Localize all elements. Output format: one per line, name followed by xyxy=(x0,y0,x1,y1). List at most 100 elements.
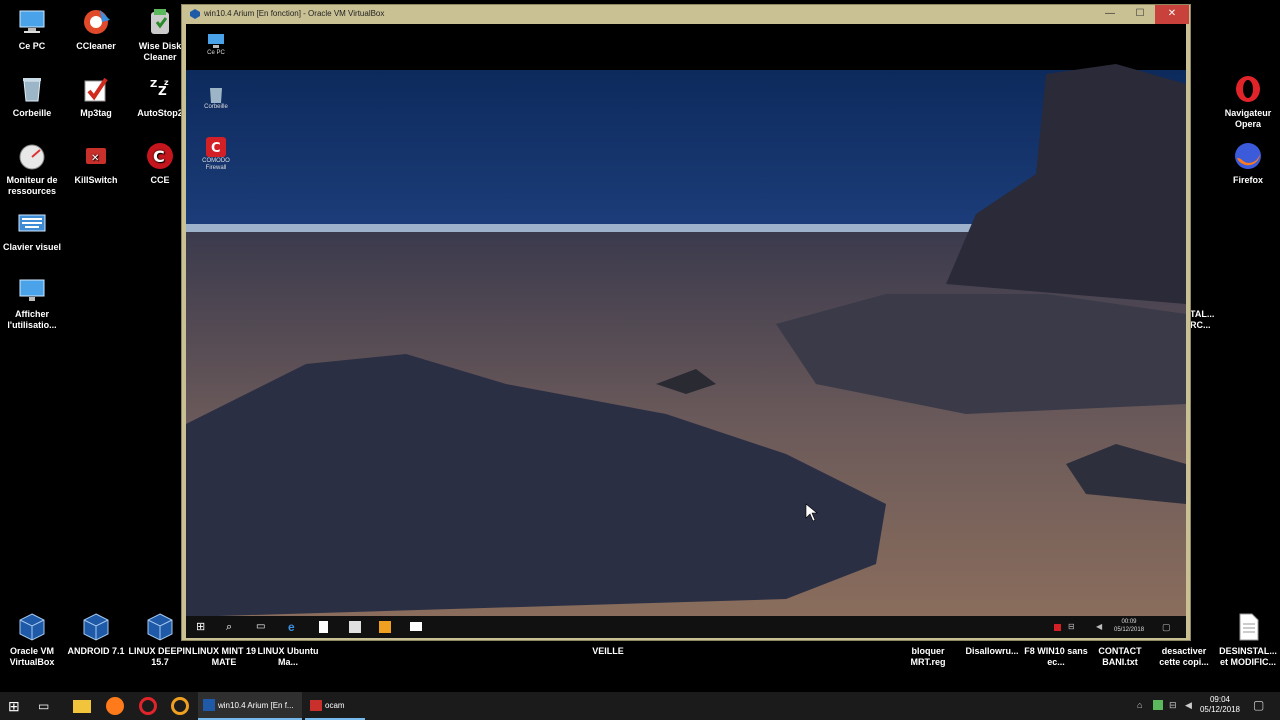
taskbar-app-virtualbox[interactable]: win10.4 Arium [En f... xyxy=(198,692,302,720)
mail-icon[interactable] xyxy=(410,622,422,631)
desktop-icon-killswitch[interactable]: ✕ KillSwitch xyxy=(64,140,128,186)
desktop-icon-linux-ubuntu[interactable]: LINUX Ubuntu Ma... xyxy=(256,646,320,668)
desktop-icon-afficher[interactable]: Afficher l'utilisatio... xyxy=(0,274,64,331)
desktop-icon-desactiver[interactable]: desactiver cette copi... xyxy=(1152,646,1216,668)
resource-monitor-icon xyxy=(16,140,48,172)
task-view-icon[interactable]: ▭ xyxy=(256,621,268,633)
virtualbox-window[interactable]: win10.4 Arium [En fonction] - Oracle VM … xyxy=(181,4,1191,641)
network-icon[interactable]: ⊟ xyxy=(1068,621,1080,633)
killswitch-icon: ✕ xyxy=(80,140,112,172)
firefox-icon[interactable] xyxy=(106,697,124,715)
clock-date: 05/12/2018 xyxy=(1199,705,1240,714)
guest-icon-corbeille[interactable]: Corbeille xyxy=(196,84,236,111)
search-icon[interactable]: ⌕ xyxy=(226,621,238,633)
desktop-icon-bloquer-mrt[interactable]: bloquer MRT.reg xyxy=(896,646,960,668)
desktop-icon-label: Navigateur Opera xyxy=(1224,108,1272,129)
guest-icon-label: COMODO Firewall xyxy=(202,158,230,171)
volume-icon[interactable]: ◀ xyxy=(1096,621,1108,633)
guest-clock-date: 05/12/2018 xyxy=(1114,627,1145,633)
mp3tag-icon xyxy=(80,73,112,105)
desktop-icon-ce-pc[interactable]: Ce PC xyxy=(0,6,64,52)
desktop-icon-oracle-vm-virtualbox[interactable]: Oracle VM VirtualBox xyxy=(0,611,64,668)
guest-icon-label: Ce PC xyxy=(207,50,225,56)
ccleaner-icon xyxy=(80,6,112,38)
desktop-icon-label: Clavier visuel xyxy=(2,242,62,252)
desktop-icon-corbeille[interactable]: Corbeille xyxy=(0,73,64,119)
tray-icon[interactable] xyxy=(1153,700,1163,710)
virtualbox-icon xyxy=(144,611,176,643)
store-icon[interactable] xyxy=(349,621,361,633)
desktop-icon-label: Firefox xyxy=(1232,175,1263,185)
window-title: win10.4 Arium [En fonction] - Oracle VM … xyxy=(204,9,385,18)
partial-icon-label: TAL... xyxy=(1190,309,1215,319)
maximize-button[interactable]: ☐ xyxy=(1125,5,1155,24)
minimize-button[interactable]: — xyxy=(1095,5,1125,24)
close-button[interactable]: ✕ xyxy=(1155,5,1189,24)
computer-icon xyxy=(208,34,224,48)
desktop-icon-disallowru[interactable]: Disallowru... xyxy=(960,646,1024,657)
desktop-icon-android[interactable]: ANDROID 7.1 xyxy=(64,611,128,657)
guest-clock[interactable]: 00:09 05/12/2018 xyxy=(1114,618,1144,634)
desktop-icon-f8-win10[interactable]: F8 WIN10 sans ec... xyxy=(1024,646,1088,668)
desktop-icon-linux-mint[interactable]: LINUX MINT 19 MATE xyxy=(192,646,256,668)
svg-text:z: z xyxy=(164,78,169,87)
desktop-icon-label: Ce PC xyxy=(18,41,46,51)
guest-icon-ce-pc[interactable]: Ce PC xyxy=(196,32,236,57)
computer-icon xyxy=(16,6,48,38)
search-app-icon[interactable] xyxy=(379,621,391,633)
desktop-icon-label: Mp3tag xyxy=(80,108,112,118)
desktop-icon-label: Corbeille xyxy=(12,108,52,118)
tray-icon[interactable]: ⌂ xyxy=(1137,700,1142,710)
desktop-icon-label: KillSwitch xyxy=(74,175,118,185)
desktop-icon-clavier-visuel[interactable]: Clavier visuel xyxy=(0,207,64,253)
volume-icon[interactable]: ◀ xyxy=(1185,700,1192,711)
opera-icon[interactable] xyxy=(139,697,157,715)
file-explorer-icon[interactable] xyxy=(73,700,91,713)
autostop-icon: ZZz xyxy=(144,73,176,105)
host-taskbar: ⊞ ▭ win10.4 Arium [En f... ocam ⌂ ⊟ ◀ 09… xyxy=(0,692,1280,720)
notification-icon[interactable]: ▢ xyxy=(1162,621,1174,633)
desktop-icon-contact-bani[interactable]: CONTACT BANI.txt xyxy=(1088,646,1152,668)
guest-screen[interactable]: Ce PC Corbeille C COMODO Firewall ⊞ ⌕ ▭ … xyxy=(186,24,1186,638)
desktop-icon-ccleaner[interactable]: CCleaner xyxy=(64,6,128,52)
taskbar-app-label: win10.4 Arium [En f... xyxy=(218,701,294,710)
desktop-icon-desinstal[interactable]: DESINSTAL... et MODIFIC... xyxy=(1216,611,1280,668)
svg-text:C: C xyxy=(211,141,221,156)
display-icon xyxy=(16,274,48,306)
guest-icon-comodo[interactable]: C COMODO Firewall xyxy=(196,136,236,172)
desktop-icon-label: Moniteur de ressources xyxy=(6,175,58,196)
start-icon[interactable]: ⊞ xyxy=(8,697,26,715)
comodo-tray-icon[interactable] xyxy=(1054,624,1061,631)
task-view-icon[interactable]: ▭ xyxy=(38,697,56,715)
desktop-icon-moniteur-de-ressources[interactable]: Moniteur de ressources xyxy=(0,140,64,197)
desktop-icon-firefox[interactable]: Firefox xyxy=(1216,140,1280,186)
cce-icon: C xyxy=(144,140,176,172)
virtualbox-icon xyxy=(190,9,200,19)
desktop-icon-veille[interactable]: VEILLE xyxy=(578,646,638,657)
file-icon[interactable] xyxy=(319,621,328,633)
taskbar-app-ocam[interactable]: ocam xyxy=(305,692,365,720)
notification-icon[interactable]: ▢ xyxy=(1253,698,1264,712)
opera-icon xyxy=(1232,73,1264,105)
desktop-icon-label: ANDROID 7.1 xyxy=(67,646,125,656)
start-icon[interactable]: ⊞ xyxy=(196,621,208,633)
desktop-icon-opera[interactable]: Navigateur Opera xyxy=(1216,73,1280,130)
taskbar-clock[interactable]: 09:04 05/12/2018 xyxy=(1200,695,1240,715)
power-icon[interactable] xyxy=(171,697,189,715)
document-icon xyxy=(1232,611,1264,643)
virtualbox-icon xyxy=(80,611,112,643)
firefox-icon xyxy=(1232,140,1264,172)
window-titlebar[interactable]: win10.4 Arium [En fonction] - Oracle VM … xyxy=(182,5,1190,24)
guest-wallpaper xyxy=(186,24,1186,638)
clock-time: 09:04 xyxy=(1209,695,1230,704)
desktop-icon-label: LINUX DEEPIN 15.7 xyxy=(128,646,192,667)
network-icon[interactable]: ⊟ xyxy=(1169,700,1177,711)
desktop-icon-label: DESINSTAL... et MODIFIC... xyxy=(1219,646,1277,667)
recycle-bin-icon xyxy=(210,88,222,103)
edge-icon[interactable]: e xyxy=(288,621,300,633)
desktop-icon-mp3tag[interactable]: Mp3tag xyxy=(64,73,128,119)
recycle-bin-icon xyxy=(16,73,48,105)
partial-icon-label: RC... xyxy=(1190,320,1211,330)
desktop-icon-label: CCleaner xyxy=(76,41,116,51)
desktop-icon-label: Oracle VM VirtualBox xyxy=(9,646,55,667)
